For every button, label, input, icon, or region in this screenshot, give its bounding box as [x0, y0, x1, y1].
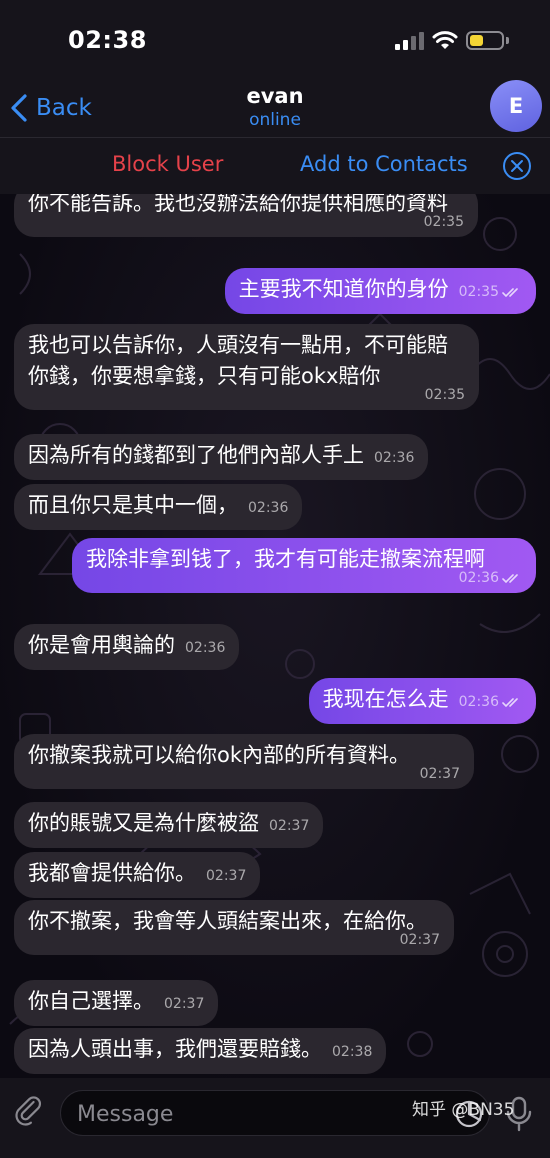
- message-text: 你不能告訴。我也沒辦法給你提供相應的資料: [28, 194, 448, 215]
- message-time: 02:36: [248, 500, 289, 516]
- battery-icon: [466, 31, 504, 50]
- message-text: 因為人頭出事，我們還要賠錢。: [28, 1037, 322, 1061]
- message-list[interactable]: 你不能告訴。我也沒辦法給你提供相應的資料 02:35 主要我不知道你的身份 02:…: [0, 194, 550, 1078]
- message-bubble[interactable]: 我也可以告訴你，人頭沒有一點用，不可能賠你錢，你要想拿錢，只有可能okx賠你 0…: [14, 324, 479, 410]
- message-time: 02:36: [374, 450, 415, 466]
- message-text: 我都會提供給你。: [28, 861, 196, 885]
- message-text: 你自己選擇。: [28, 989, 154, 1013]
- paperclip-icon[interactable]: [14, 1096, 48, 1130]
- read-checkmarks-icon: [502, 573, 518, 583]
- close-action-bar-button[interactable]: [503, 152, 531, 180]
- message-text: 你是會用輿論的: [28, 633, 175, 657]
- message-bubble[interactable]: 我除非拿到钱了，我才有可能走撤案流程啊 02:36: [72, 538, 536, 593]
- message-text: 而且你只是其中一個，: [28, 493, 238, 517]
- message-text: 我现在怎么走: [322, 687, 449, 711]
- wifi-icon: [432, 31, 458, 49]
- contact-status: online: [249, 110, 301, 130]
- avatar[interactable]: E: [490, 80, 542, 132]
- message-time: 02:36: [458, 694, 499, 710]
- message-text: 主要我不知道你的身份: [238, 277, 449, 301]
- message-bubble[interactable]: 你不能告訴。我也沒辦法給你提供相應的資料 02:35: [14, 194, 478, 237]
- message-bubble[interactable]: 你是會用輿論的 02:36: [14, 624, 240, 670]
- message-time: 02:37: [419, 766, 460, 782]
- message-text: 我也可以告訴你，人頭沒有一點用，不可能賠你錢，你要想拿錢，只有可能okx賠你: [28, 333, 448, 388]
- message-time: 02:37: [399, 932, 440, 948]
- battery-level: [470, 35, 483, 46]
- watermark: 知乎 @BN35: [412, 1100, 515, 1120]
- read-checkmarks-icon: [502, 697, 518, 707]
- message-bubble[interactable]: 你撤案我就可以給你ok內部的所有資料。 02:37: [14, 734, 474, 789]
- message-bubble[interactable]: 你不撤案，我會等人頭結案出來，在給你。 02:37: [14, 900, 454, 955]
- message-bubble[interactable]: 而且你只是其中一個， 02:36: [14, 484, 303, 530]
- message-input[interactable]: [77, 1099, 437, 1129]
- read-checkmarks-icon: [502, 287, 518, 297]
- message-bubble[interactable]: 你自己選擇。 02:37: [14, 980, 219, 1026]
- message-time: 02:36: [185, 640, 226, 656]
- avatar-initial: E: [508, 94, 524, 118]
- message-bubble[interactable]: 我现在怎么走 02:36: [308, 678, 536, 724]
- message-bubble[interactable]: 因為所有的錢都到了他們內部人手上 02:36: [14, 434, 429, 480]
- close-icon: [511, 160, 523, 172]
- message-time: 02:35: [423, 214, 464, 230]
- message-time: 02:37: [206, 868, 247, 884]
- message-time: 02:36: [458, 570, 499, 586]
- contact-name[interactable]: evan: [0, 84, 550, 108]
- status-bar: 02:38: [0, 0, 550, 80]
- message-text: 你的賬號又是為什麼被盜: [28, 811, 259, 835]
- message-time: 02:37: [164, 996, 205, 1012]
- chat-header: Back evan online E: [0, 80, 550, 138]
- block-user-button[interactable]: Block User: [112, 152, 223, 176]
- message-text: 你不撤案，我會等人頭結案出來，在給你。: [28, 909, 427, 933]
- battery-cap: [506, 37, 509, 44]
- message-time: 02:35: [424, 387, 465, 403]
- message-time: 02:38: [332, 1044, 373, 1060]
- message-text: 因為所有的錢都到了他們內部人手上: [28, 443, 364, 467]
- message-text: 我除非拿到钱了，我才有可能走撤案流程啊: [86, 547, 485, 571]
- message-time: 02:37: [269, 818, 310, 834]
- message-time: 02:35: [458, 284, 499, 300]
- message-text: 你撤案我就可以給你ok內部的所有資料。: [28, 743, 411, 767]
- message-bubble[interactable]: 你的賬號又是為什麼被盜 02:37: [14, 802, 324, 848]
- message-bubble[interactable]: 我都會提供給你。 02:37: [14, 852, 261, 898]
- message-bubble[interactable]: 主要我不知道你的身份 02:35: [224, 268, 536, 314]
- add-to-contacts-button[interactable]: Add to Contacts: [300, 152, 468, 176]
- status-time: 02:38: [68, 26, 147, 54]
- message-bubble[interactable]: 因為人頭出事，我們還要賠錢。 02:38: [14, 1028, 387, 1074]
- contact-action-bar: Block User Add to Contacts: [0, 138, 550, 194]
- cellular-signal-icon: [395, 32, 424, 50]
